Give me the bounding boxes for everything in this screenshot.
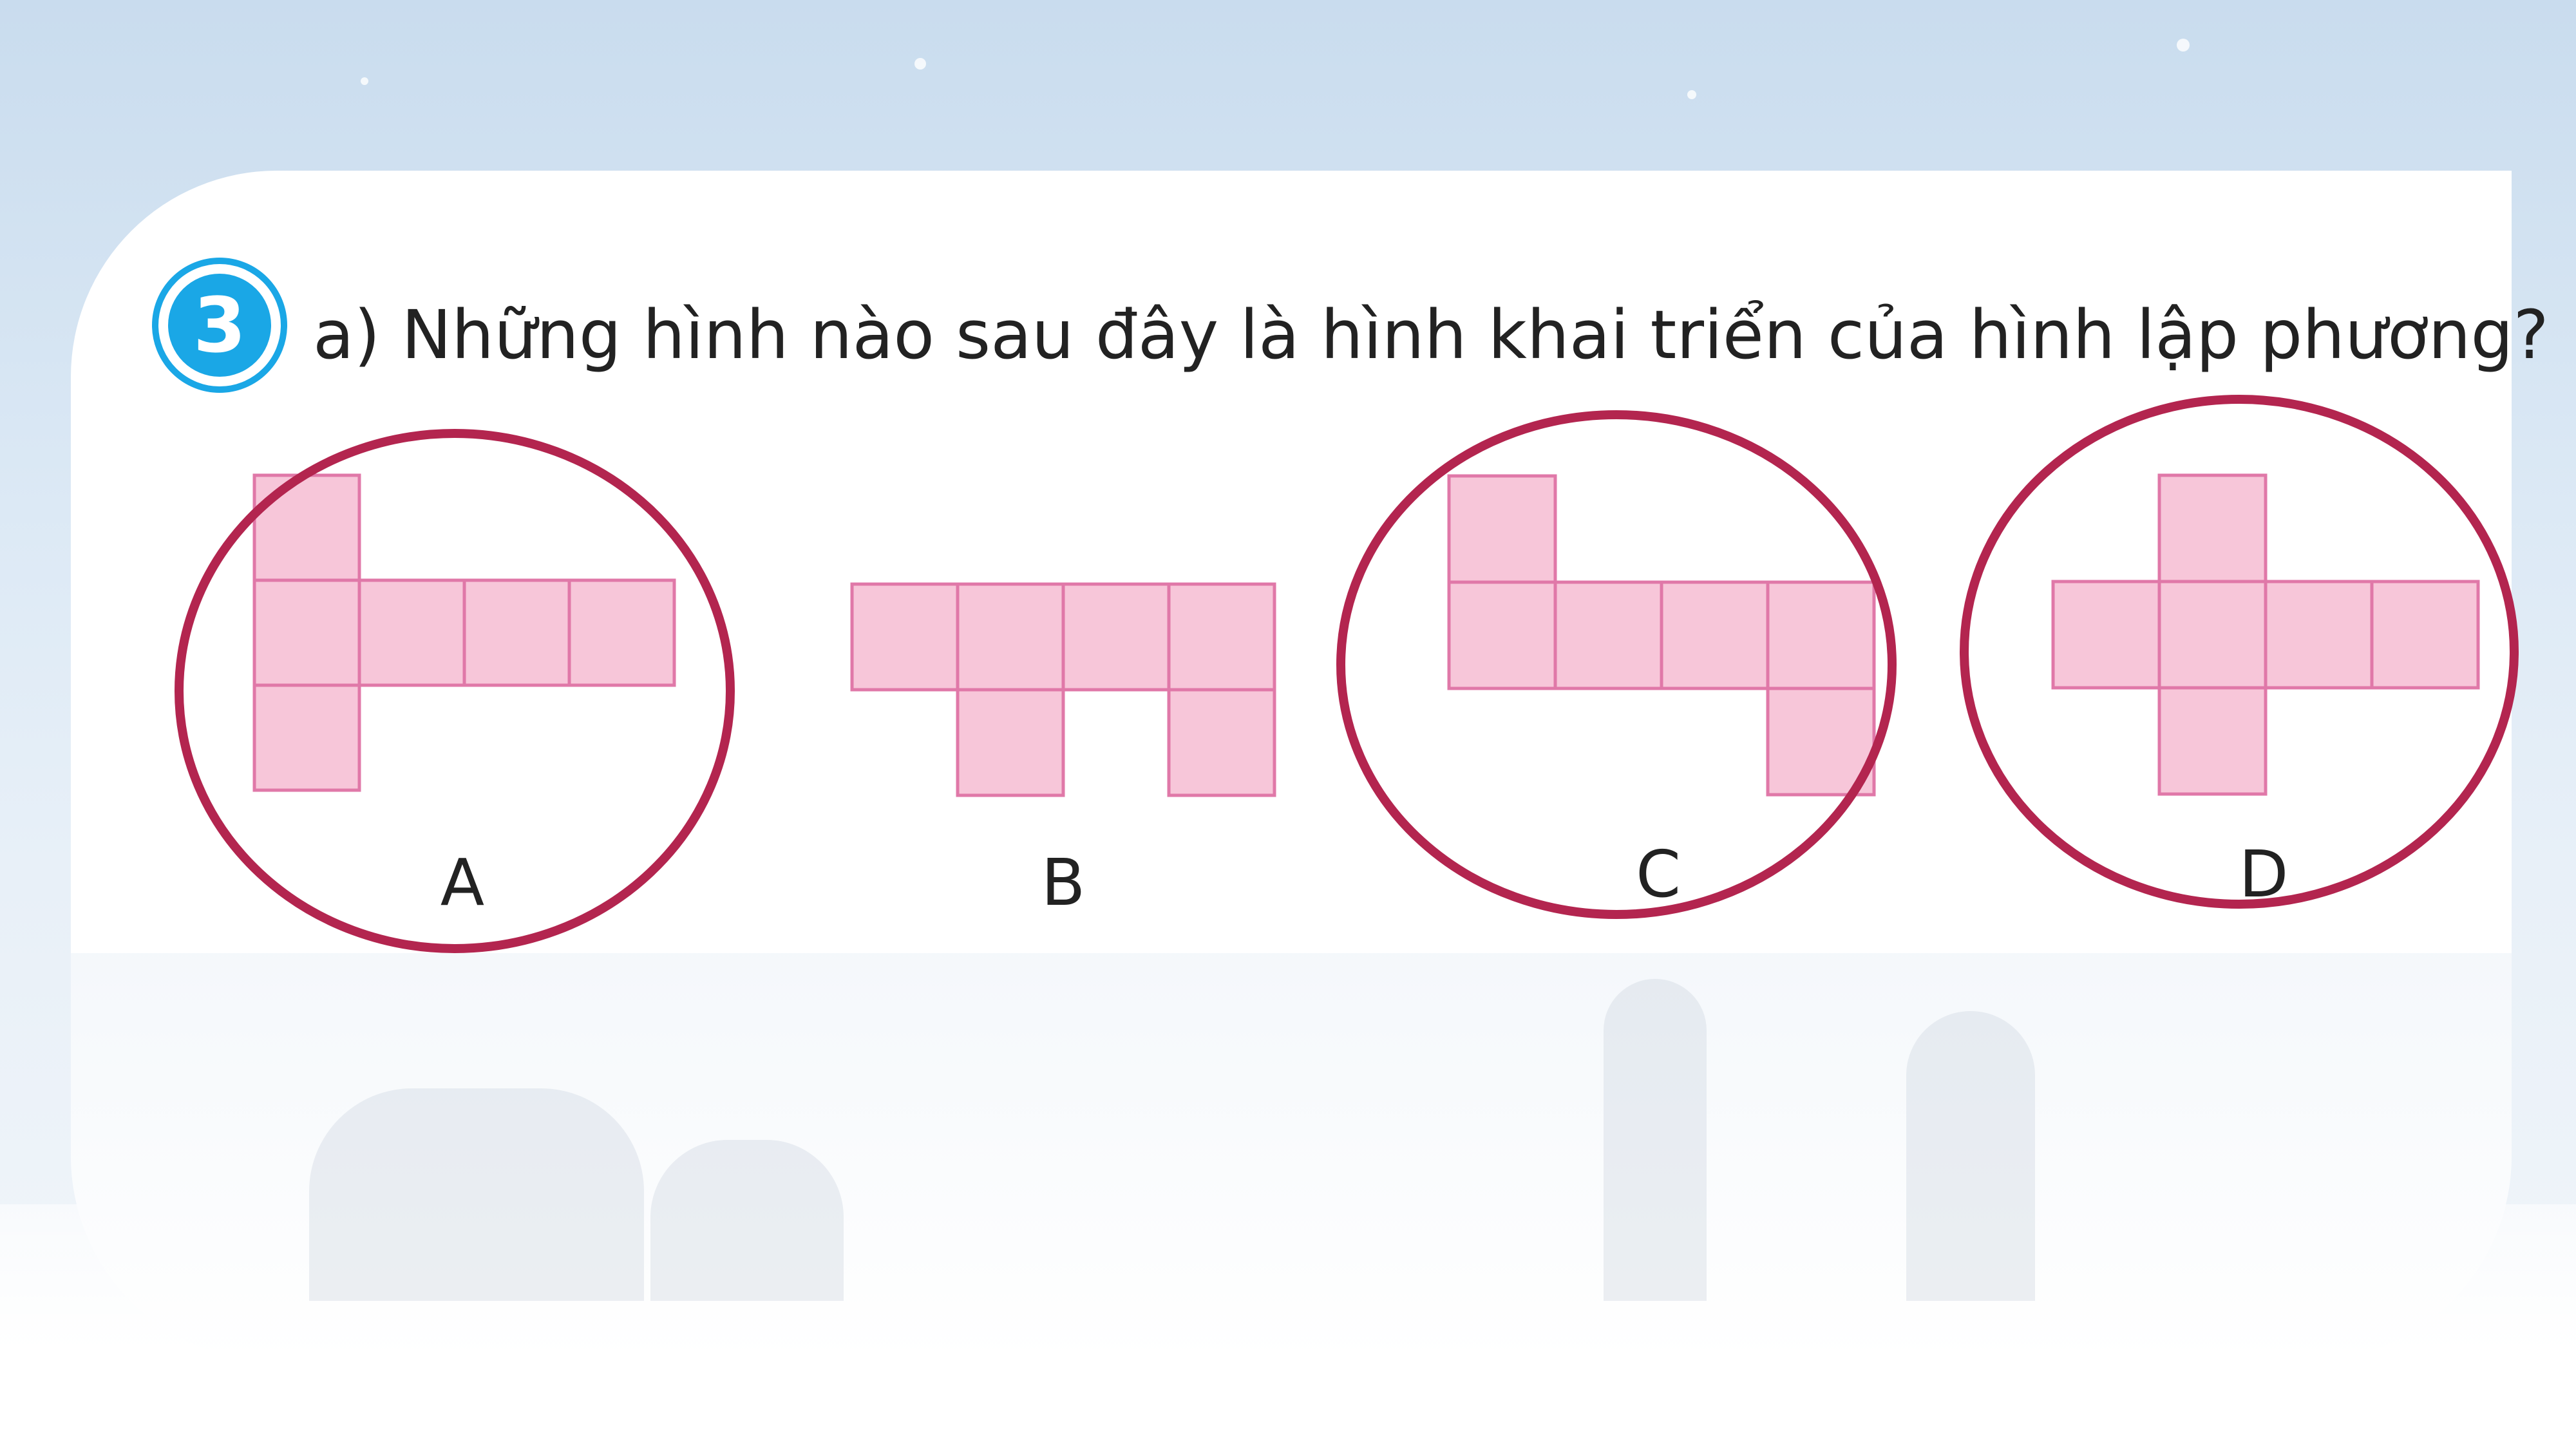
net-square	[1061, 582, 1171, 692]
net-square	[2157, 686, 2268, 796]
net-square	[1553, 580, 1663, 690]
net-square	[956, 582, 1065, 692]
net-square	[252, 683, 361, 792]
net-square	[850, 582, 960, 692]
cube-nets-figure: A B C D	[175, 395, 2519, 953]
net-square	[2264, 580, 2374, 690]
net-square	[2051, 580, 2161, 690]
option-label-d: D	[2239, 837, 2288, 912]
net-square	[252, 473, 361, 582]
net-square	[956, 688, 1065, 797]
net-square	[1167, 582, 1276, 692]
net-square	[462, 578, 571, 687]
net-c	[1447, 474, 1876, 797]
net-square	[357, 578, 466, 687]
net-square	[2157, 473, 2268, 583]
net-square	[567, 578, 676, 687]
net-d	[2051, 473, 2480, 796]
net-square	[2157, 580, 2268, 690]
option-label-a: A	[440, 845, 484, 920]
net-square	[2370, 580, 2480, 690]
net-a	[252, 473, 676, 792]
net-square	[252, 578, 361, 687]
net-square	[1447, 580, 1557, 690]
net-b	[850, 582, 1276, 797]
option-label-b: B	[1041, 845, 1086, 920]
net-square	[1167, 688, 1276, 797]
net-square	[1766, 580, 1876, 690]
net-square	[1660, 580, 1770, 690]
option-label-c: C	[1636, 837, 1681, 912]
net-square	[1447, 474, 1557, 584]
